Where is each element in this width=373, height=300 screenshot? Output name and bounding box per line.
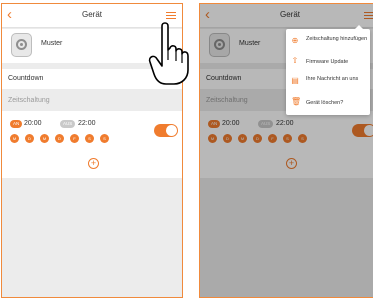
day-badge: D (25, 134, 34, 143)
day-badge: M (10, 134, 19, 143)
day-badge: D (55, 134, 64, 143)
message-icon: ▤ (291, 76, 299, 85)
day-badge: S (100, 134, 109, 143)
day-badge: S (85, 134, 94, 143)
plus-circle-icon[interactable]: + (88, 158, 99, 169)
menu-item-label: Zeitschaltung hinzufügen (306, 36, 368, 42)
menu-item-label: Ihre Nachricht an uns (306, 76, 359, 82)
section-header: Zeitschaltung (8, 97, 50, 104)
menu-item-delete-device[interactable]: 🗑 Gerät löschen? (286, 93, 370, 113)
off-time: 22:00 (78, 120, 96, 127)
on-time: 20:00 (24, 120, 42, 127)
phone-screen-right: ‹ Gerät Muster Countdown Zeitschaltung A… (199, 3, 373, 298)
timer-toggle[interactable] (154, 124, 178, 137)
page-title: Gerät (81, 10, 102, 19)
on-badge: AN (10, 120, 23, 128)
popup-menu: ⊕ Zeitschaltung hinzufügen ⇧ Firmware Up… (286, 25, 370, 115)
smart-plug-icon (11, 33, 32, 57)
menu-item-label: Firmware Update (306, 59, 349, 65)
menu-item-feedback[interactable]: ▤ Ihre Nachricht an uns (286, 72, 370, 92)
menu-item-label: Gerät löschen? (306, 100, 344, 106)
pointing-hand-icon (148, 22, 189, 85)
hamburger-menu-icon[interactable] (166, 12, 176, 20)
timer-entry[interactable]: AN 20:00 AUS 22:00 M D M D F S S + (2, 111, 182, 178)
day-badge: M (40, 134, 49, 143)
day-badge: F (70, 134, 79, 143)
upload-arrow-icon: ⇧ (291, 56, 299, 65)
menu-item-add-timer[interactable]: ⊕ Zeitschaltung hinzufügen (286, 32, 370, 52)
off-badge: AUS (60, 120, 76, 128)
device-name: Muster (41, 40, 63, 47)
plus-circle-icon: ⊕ (291, 36, 299, 45)
trash-icon: 🗑 (291, 97, 302, 106)
menu-item-firmware-update[interactable]: ⇧ Firmware Update (286, 52, 370, 72)
